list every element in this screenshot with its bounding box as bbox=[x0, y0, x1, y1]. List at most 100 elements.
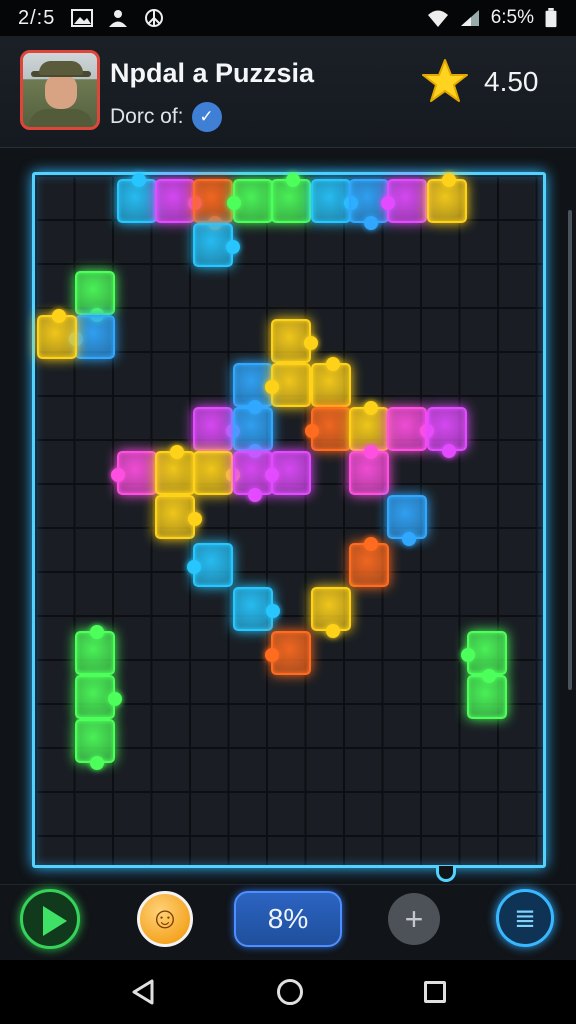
puzzle-piece-knob bbox=[461, 648, 475, 662]
puzzle-piece-knob bbox=[442, 173, 456, 187]
side-scrollbar[interactable] bbox=[568, 210, 572, 690]
puzzle-piece[interactable] bbox=[75, 625, 115, 675]
puzzle-piece-knob bbox=[442, 444, 456, 458]
puzzle-piece-knob bbox=[111, 468, 125, 482]
navigation-bar bbox=[0, 960, 576, 1024]
emoji-button[interactable]: ☺ bbox=[137, 891, 193, 947]
puzzle-piece[interactable] bbox=[349, 445, 389, 495]
status-bar: 2/:5 6:5% bbox=[0, 0, 576, 36]
puzzle-piece-knob bbox=[381, 196, 395, 210]
puzzle-piece[interactable] bbox=[349, 537, 389, 587]
puzzle-piece-knob bbox=[227, 196, 241, 210]
puzzle-piece-knob bbox=[286, 173, 300, 187]
puzzle-piece-knob bbox=[265, 380, 279, 394]
puzzle-piece[interactable] bbox=[311, 587, 351, 638]
puzzle-piece-knob bbox=[364, 537, 378, 551]
puzzle-piece-knob bbox=[108, 692, 122, 706]
puzzle-piece[interactable] bbox=[233, 407, 273, 458]
star-icon bbox=[422, 59, 468, 102]
menu-button[interactable]: ≣ bbox=[496, 889, 554, 947]
play-button[interactable] bbox=[20, 889, 80, 949]
puzzle-piece-knob bbox=[265, 468, 279, 482]
puzzle-piece[interactable] bbox=[311, 179, 358, 223]
signal-icon bbox=[460, 10, 479, 26]
puzzle-piece-knob bbox=[132, 173, 146, 187]
puzzle-piece[interactable] bbox=[155, 179, 202, 223]
puzzle-piece-knob bbox=[304, 336, 318, 350]
home-icon[interactable] bbox=[276, 979, 303, 1005]
puzzle-piece-knob bbox=[188, 512, 202, 526]
check-icon: ✓ bbox=[191, 102, 222, 132]
puzzle-piece-knob bbox=[248, 488, 262, 502]
avatar[interactable] bbox=[20, 50, 100, 130]
play-icon bbox=[43, 906, 67, 936]
puzzle-board-area bbox=[0, 148, 576, 884]
people-icon bbox=[109, 10, 128, 27]
puzzle-piece[interactable] bbox=[311, 357, 351, 407]
puzzle-piece[interactable] bbox=[155, 495, 202, 539]
puzzle-piece-knob bbox=[305, 424, 319, 438]
puzzle-piece[interactable] bbox=[193, 223, 240, 267]
puzzle-piece-knob bbox=[326, 357, 340, 371]
puzzle-piece-knob bbox=[226, 240, 240, 254]
menu-icon: ≣ bbox=[514, 902, 536, 933]
battery-text: 6:5% bbox=[490, 7, 534, 28]
puzzle-piece[interactable] bbox=[271, 319, 318, 363]
puzzle-piece-knob bbox=[364, 216, 378, 230]
puzzle-piece[interactable] bbox=[193, 451, 240, 495]
recents-icon[interactable] bbox=[423, 981, 446, 1003]
puzzle-piece[interactable] bbox=[69, 315, 115, 359]
puzzle-piece[interactable] bbox=[381, 179, 427, 223]
progress-label: 8% bbox=[267, 903, 309, 934]
puzzle-piece-knob bbox=[265, 648, 279, 662]
puzzle-piece[interactable] bbox=[37, 309, 77, 359]
progress-button[interactable]: 8% bbox=[234, 891, 342, 947]
game-subtitle: Dorc of: ✓ bbox=[110, 102, 222, 132]
score-value: 4.50 bbox=[484, 66, 539, 97]
puzzle-piece[interactable] bbox=[233, 587, 280, 631]
wifi-icon bbox=[427, 10, 448, 27]
status-time: 2/:5 bbox=[18, 6, 56, 29]
puzzle-piece[interactable] bbox=[387, 407, 434, 451]
peace-icon bbox=[145, 9, 164, 27]
control-bar: ☺ 8% + ≣ bbox=[0, 884, 576, 960]
puzzle-piece[interactable] bbox=[193, 407, 240, 451]
puzzle-piece-knob bbox=[90, 756, 104, 770]
puzzle-piece[interactable] bbox=[75, 675, 122, 719]
puzzle-piece[interactable] bbox=[467, 669, 507, 719]
back-icon[interactable] bbox=[130, 979, 156, 1005]
game-title: Npdal a Puzzsia bbox=[110, 58, 315, 88]
puzzle-piece[interactable] bbox=[305, 407, 351, 451]
puzzle-piece[interactable] bbox=[387, 495, 427, 546]
emoji-icon: ☺ bbox=[149, 902, 181, 935]
puzzle-piece-knob bbox=[402, 532, 416, 546]
puzzle-piece[interactable] bbox=[75, 271, 115, 322]
puzzle-piece[interactable] bbox=[271, 173, 311, 223]
puzzle-board[interactable] bbox=[32, 172, 546, 868]
puzzle-piece-knob bbox=[170, 445, 184, 459]
puzzle-piece-knob bbox=[364, 401, 378, 415]
puzzle-piece[interactable] bbox=[117, 173, 157, 223]
add-button[interactable]: + bbox=[388, 893, 440, 945]
puzzle-piece[interactable] bbox=[111, 451, 157, 495]
puzzle-piece-knob bbox=[52, 309, 66, 323]
puzzle-piece[interactable] bbox=[427, 173, 467, 223]
puzzle-piece-knob bbox=[266, 604, 280, 618]
puzzle-piece-knob bbox=[90, 625, 104, 639]
subtitle-label: Dorc of: bbox=[110, 105, 184, 128]
puzzle-piece[interactable] bbox=[265, 451, 311, 495]
puzzle-piece[interactable] bbox=[227, 179, 273, 223]
puzzle-piece-knob bbox=[187, 560, 201, 574]
puzzle-piece[interactable] bbox=[75, 719, 115, 770]
puzzle-piece[interactable] bbox=[265, 631, 311, 675]
puzzle-piece[interactable] bbox=[427, 407, 467, 458]
battery-icon bbox=[545, 8, 557, 28]
puzzle-piece-knob bbox=[326, 624, 340, 638]
puzzle-piece-knob bbox=[482, 669, 496, 683]
puzzle-piece[interactable] bbox=[187, 543, 233, 587]
game-header: Npdal a Puzzsia Dorc of: ✓ 4.50 bbox=[0, 36, 576, 148]
puzzle-piece[interactable] bbox=[155, 445, 195, 495]
puzzle-piece[interactable] bbox=[265, 363, 311, 407]
plus-icon: + bbox=[404, 900, 424, 937]
puzzle-piece-knob bbox=[364, 445, 378, 459]
